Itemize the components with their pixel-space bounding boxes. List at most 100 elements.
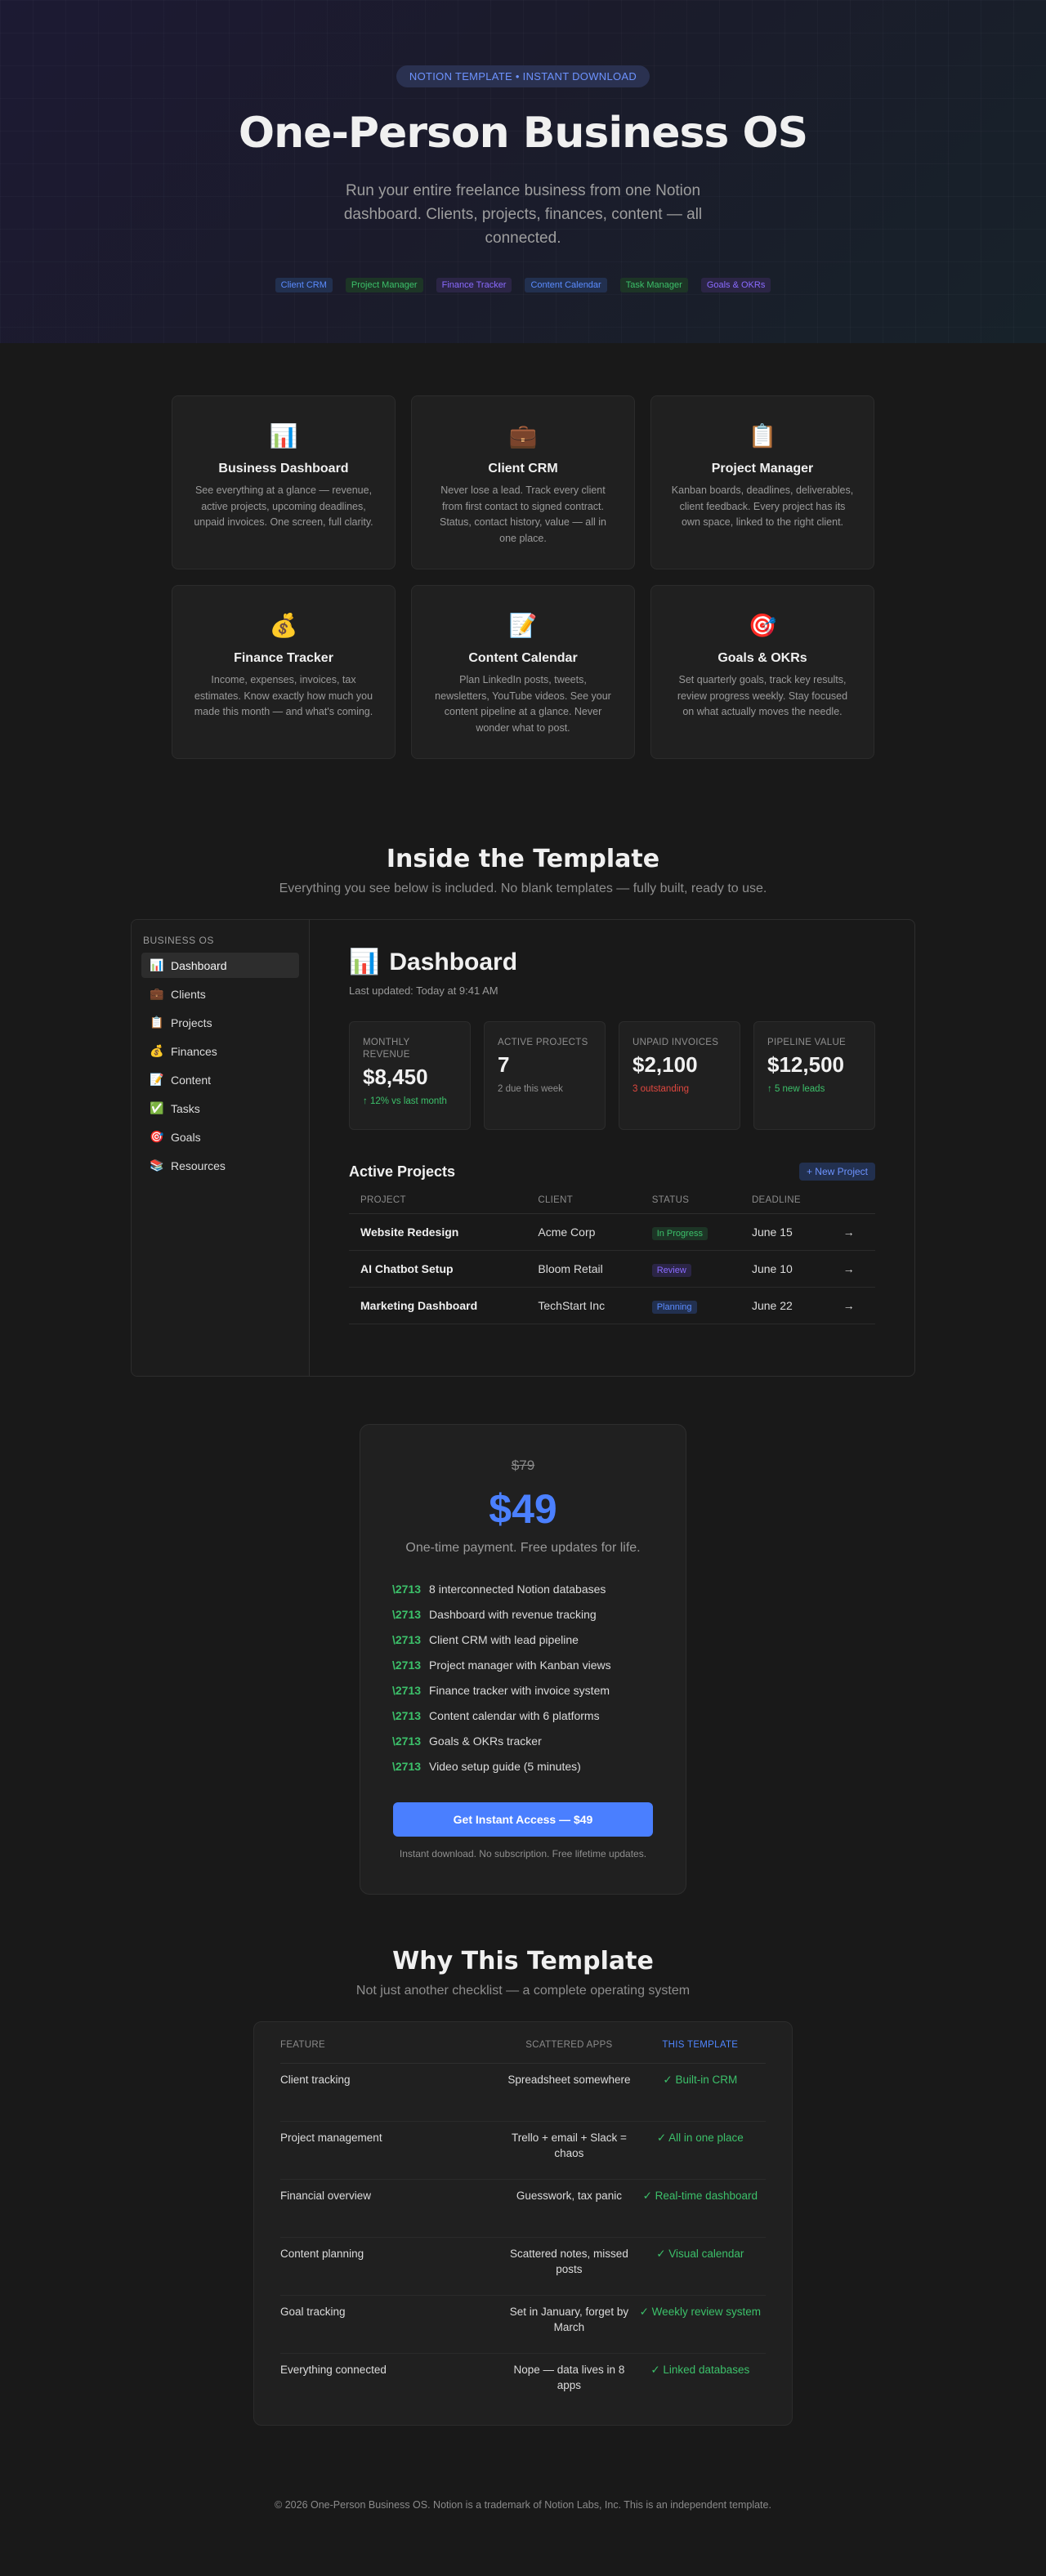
comparison-template: ✓ Weekly review system: [634, 2295, 766, 2354]
list-item-label: Client CRM with lead pipeline: [429, 1633, 579, 1646]
arrow-right-icon[interactable]: →: [831, 1287, 875, 1324]
list-item-label: Project manager with Kanban views: [429, 1659, 611, 1672]
sidebar-item-goals[interactable]: 🎯 Goals: [141, 1124, 299, 1150]
project-deadline: June 10: [740, 1250, 832, 1288]
comparison-table: FEATURE SCATTERED APPS THIS TEMPLATE Clien…: [280, 2040, 766, 2412]
inside-section-header: Inside the Template Everything you see b…: [0, 845, 1046, 896]
project-name: AI Chatbot Setup: [349, 1250, 527, 1288]
bar-chart-icon: 📊: [349, 949, 380, 975]
stat-label: ACTIVE PROJECTS: [498, 1038, 588, 1047]
new-project-button[interactable]: + New Project: [798, 1163, 875, 1181]
list-item: \2713 Client CRM with lead pipeline: [392, 1627, 654, 1653]
stat-value: $12,500: [767, 1052, 844, 1077]
column-header: DEADLINE: [740, 1195, 832, 1214]
check-icon: \2713: [392, 1734, 422, 1748]
stat-note: ↑ 5 new leads: [767, 1084, 825, 1094]
comparison-scattered: Nope — data lives in 8 apps: [513, 2364, 625, 2391]
check-box-icon: ✅: [150, 1101, 164, 1114]
stat-value: $8,450: [363, 1065, 428, 1089]
comparison-template: ✓ Real-time dashboard: [634, 2179, 766, 2238]
comparison-row: Goal tracking Set in January, forget by M…: [280, 2295, 766, 2354]
target-icon: 🎯: [150, 1130, 164, 1143]
stat-note: 2 due this week: [498, 1084, 563, 1094]
pricing-fineprint: Instant download. No subscription. Free …: [399, 1848, 647, 1859]
hero-badge: NOTION TEMPLATE • INSTANT DOWNLOAD: [396, 65, 650, 87]
sidebar-item-finances[interactable]: 💰 Finances: [141, 1038, 299, 1064]
sidebar-item-content[interactable]: 📝 Content: [141, 1067, 299, 1092]
feature-title: Business Dashboard: [218, 462, 349, 475]
feature-card: 📝 Content Calendar Plan LinkedIn posts, tw…: [411, 585, 635, 759]
money-bag-icon: 💰: [150, 1044, 164, 1057]
briefcase-icon: 💼: [150, 987, 164, 1000]
target-icon: 🎯: [748, 613, 777, 638]
feature-description: Set quarterly goals, track key results, …: [677, 674, 848, 717]
current-price: $49: [489, 1486, 557, 1532]
stat-card: UNPAID INVOICES $2,100 3 outstanding: [619, 1021, 740, 1130]
feature-card: 🎯 Goals & OKRs Set quarterly goals, track …: [650, 585, 874, 759]
books-icon: 📚: [150, 1159, 164, 1172]
list-item: \2713 Project manager with Kanban views: [392, 1653, 654, 1678]
list-item-label: Finance tracker with invoice system: [429, 1684, 610, 1697]
feature-card: 📊 Business Dashboard See everything at a g…: [172, 395, 396, 569]
sidebar-item-tasks[interactable]: ✅ Tasks: [141, 1096, 299, 1121]
workspace-label: BUSINESS OS: [143, 935, 214, 946]
project-client: TechStart Inc: [526, 1287, 641, 1324]
last-updated: Last updated: Today at 9:41 AM: [349, 984, 498, 997]
pricing-card: $79 $49 One-time payment. Free updates f…: [360, 1424, 686, 1895]
included-list: \2713 8 interconnected Notion databases \2…: [392, 1577, 654, 1779]
check-icon: \2713: [392, 1583, 422, 1596]
stat-label: UNPAID INVOICES: [633, 1038, 719, 1047]
arrow-right-icon[interactable]: →: [831, 1213, 875, 1251]
sidebar-item-label: Tasks: [171, 1101, 200, 1115]
feature-chips: Client CRM Project Manager Finance Tracker…: [0, 278, 1046, 292]
status-badge: Planning: [651, 1301, 697, 1314]
comparison-feature: Client tracking: [280, 2063, 504, 2122]
preview-main: 📊 Dashboard Last updated: Today at 9:41 …: [310, 920, 914, 1376]
list-item-label: Video setup guide (5 minutes): [429, 1760, 581, 1773]
feature-title: Project Manager: [711, 462, 814, 475]
stat-label: MONTHLY REVENUE: [363, 1038, 410, 1060]
old-price: $79: [511, 1458, 535, 1473]
sidebar-item-projects[interactable]: 📋 Projects: [141, 1010, 299, 1035]
sidebar-item-clients[interactable]: 💼 Clients: [141, 981, 299, 1007]
sidebar-item-label: Projects: [171, 1016, 212, 1029]
project-name: Website Redesign: [349, 1213, 527, 1251]
stat-card: PIPELINE VALUE $12,500 ↑ 5 new leads: [753, 1021, 875, 1130]
comparison-template: ✓ Linked databases: [650, 2364, 750, 2376]
feature-chip: Content Calendar: [525, 278, 607, 292]
list-item: \2713 Dashboard with revenue tracking: [392, 1602, 654, 1627]
project-client: Bloom Retail: [526, 1250, 641, 1288]
feature-title: Goals & OKRs: [717, 651, 807, 665]
money-bag-icon: 💰: [269, 613, 298, 638]
project-deadline: June 15: [740, 1213, 832, 1251]
list-item: \2713 8 interconnected Notion databases: [392, 1577, 654, 1602]
comparison-template: ✓ Visual calendar: [634, 2237, 766, 2296]
column-header: STATUS: [640, 1195, 740, 1214]
get-access-button[interactable]: Get Instant Access — $49: [393, 1802, 653, 1837]
hero-title: One-Person Business OS: [238, 109, 808, 158]
clipboard-icon: 📋: [150, 1016, 164, 1029]
sidebar-item-dashboard[interactable]: 📊 Dashboard: [141, 953, 299, 978]
inside-subtitle: Everything you see below is included. No…: [279, 882, 767, 895]
stat-note: 3 outstanding: [633, 1084, 690, 1094]
table-row[interactable]: AI Chatbot Setup Bloom Retail Review June 1…: [349, 1250, 875, 1288]
projects-table-header: PROJECT CLIENT STATUS DEADLINE: [349, 1195, 875, 1214]
table-row[interactable]: Marketing Dashboard TechStart Inc Planning…: [349, 1287, 875, 1324]
feature-chip: Client CRM: [275, 278, 333, 292]
hero-section: NOTION TEMPLATE • INSTANT DOWNLOAD One-P…: [0, 0, 1046, 343]
status-badge: In Progress: [651, 1227, 708, 1240]
list-item: \2713 Video setup guide (5 minutes): [392, 1754, 654, 1779]
comparison-column-header: SCATTERED APPS: [503, 2040, 635, 2064]
feature-title: Finance Tracker: [234, 651, 333, 665]
sidebar-item-resources[interactable]: 📚 Resources: [141, 1153, 299, 1178]
stats-row: MONTHLY REVENUE $8,450 ↑ 12% vs last month…: [349, 1021, 875, 1130]
list-item-label: Content calendar with 6 platforms: [429, 1709, 600, 1722]
arrow-right-icon[interactable]: →: [831, 1250, 875, 1288]
comparison-scattered: Guesswork, tax panic: [503, 2179, 635, 2238]
column-header: CLIENT: [526, 1195, 641, 1214]
list-item-label: Goals & OKRs tracker: [429, 1734, 542, 1748]
sidebar-item-label: Finances: [171, 1044, 217, 1058]
comparison-card: FEATURE SCATTERED APPS THIS TEMPLATE Clien…: [253, 2021, 793, 2426]
table-row[interactable]: Website Redesign Acme Corp In Progress June…: [349, 1213, 875, 1251]
why-section-header: Why This Template Not just another check…: [0, 1947, 1046, 1998]
